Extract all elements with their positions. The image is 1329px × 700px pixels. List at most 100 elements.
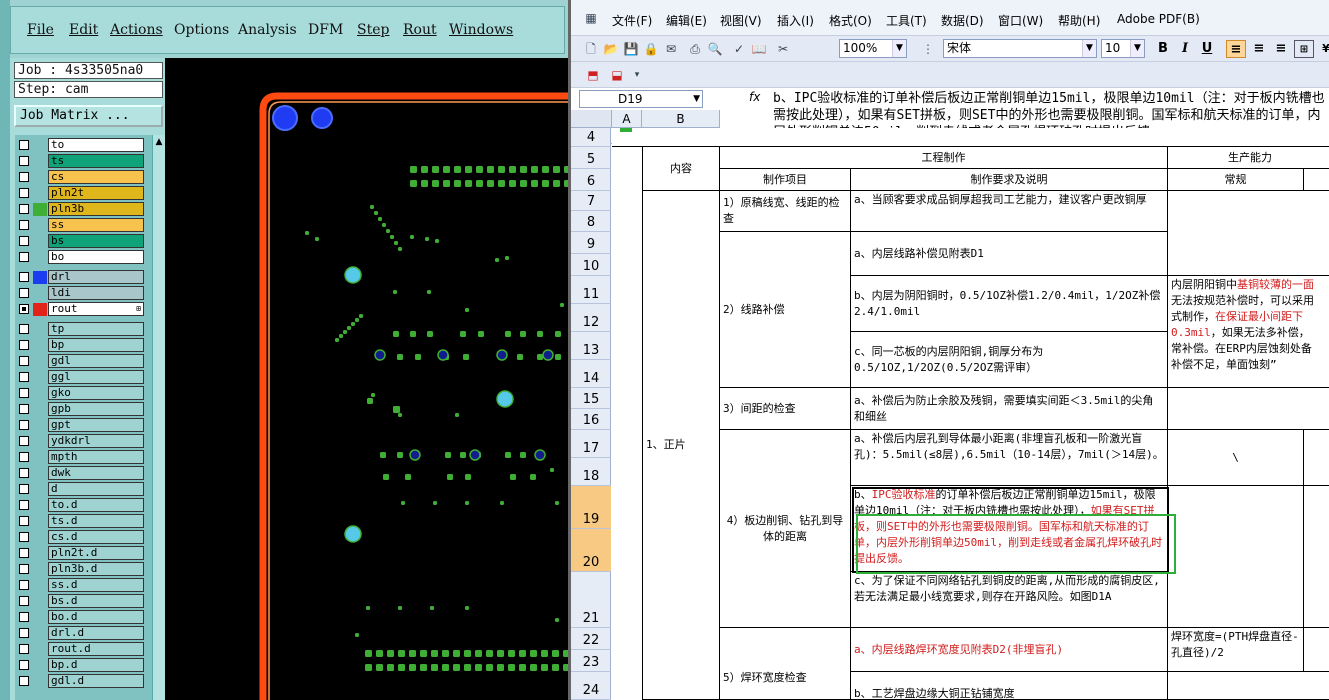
layer-color-swatch[interactable] — [33, 387, 47, 400]
row-header-20[interactable]: 20 — [571, 529, 611, 572]
layer-name[interactable]: ldi — [48, 286, 144, 300]
layer-name[interactable]: bs.d — [48, 594, 144, 608]
layer-name[interactable]: ss.d — [48, 578, 144, 592]
layer-color-swatch[interactable] — [33, 303, 47, 316]
layer-name[interactable]: to — [48, 138, 144, 152]
item-5[interactable]: 5）焊环宽度检查 — [720, 628, 851, 700]
cam-menu-analysis[interactable]: Analysis — [238, 22, 297, 38]
req-r11[interactable]: b、内层为阴阳铜时，0.5/1OZ补偿1.2/0.4mil，1/2OZ补偿2.4… — [851, 276, 1168, 332]
layer-checkbox[interactable] — [19, 596, 29, 606]
layer-checkbox[interactable] — [19, 372, 29, 382]
layer-color-swatch[interactable] — [33, 155, 47, 168]
cap-r11[interactable]: 内层阴阳铜中基铜较薄的一面 无法按规范补偿时，可以采用 式制作，在保证最小间距下… — [1168, 276, 1329, 388]
menu-view[interactable]: 视图(V) — [720, 12, 762, 29]
layer-row-ldi[interactable]: ldi — [15, 286, 145, 300]
italic-button[interactable]: I — [1175, 40, 1195, 58]
pcb-graphics-canvas[interactable] — [165, 58, 568, 700]
layer-checkbox[interactable] — [19, 388, 29, 398]
layer-row-gko[interactable]: gko — [15, 386, 145, 400]
align-left-button[interactable]: ≡ — [1226, 40, 1246, 58]
layer-checkbox[interactable] — [19, 140, 29, 150]
layer-row-gdl-d[interactable]: gdl.d — [15, 674, 145, 688]
layer-color-swatch[interactable] — [33, 579, 47, 592]
layer-row-pln3b[interactable]: pln3b — [15, 202, 145, 216]
layer-checkbox[interactable] — [19, 628, 29, 638]
layer-checkbox[interactable] — [19, 340, 29, 350]
bold-button[interactable]: B — [1153, 40, 1173, 58]
layer-color-swatch[interactable] — [33, 339, 47, 352]
row-header-24[interactable]: 24 — [571, 672, 611, 700]
layer-row-bs[interactable]: bs — [15, 234, 145, 248]
cam-menu-windows[interactable]: Windows — [449, 22, 513, 38]
cap-empty-3[interactable] — [1168, 486, 1304, 628]
layer-row-cs[interactable]: cs — [15, 170, 145, 184]
cap-r22[interactable]: 焊环宽度=(PTH焊盘直径-孔直径)/2 — [1168, 628, 1304, 672]
row-header-8[interactable]: 8 — [571, 211, 611, 232]
toolbar-grip-icon[interactable]: ⋮ — [922, 41, 934, 57]
layer-row-ggl[interactable]: ggl — [15, 370, 145, 384]
cap-empty-1[interactable] — [1168, 191, 1329, 276]
align-center-button[interactable]: ≡ — [1249, 40, 1269, 58]
row-header-13[interactable]: 13 — [571, 332, 611, 360]
layer-row-cs-d[interactable]: cs.d — [15, 530, 145, 544]
layer-row-drl[interactable]: drl — [15, 270, 145, 284]
worksheet-grid[interactable]: 内容 工程制作 生产能力 制作项目 制作要求及说明 常规 1、正片 1）原稿线宽… — [612, 128, 1329, 700]
menu-tools[interactable]: 工具(T) — [886, 12, 927, 29]
row-header-14[interactable]: 14 — [571, 360, 611, 388]
layer-color-swatch[interactable] — [33, 531, 47, 544]
layer-row-bp[interactable]: bp — [15, 338, 145, 352]
row-header-6[interactable]: 6 — [571, 169, 611, 191]
layer-color-swatch[interactable] — [33, 595, 47, 608]
column-header-a[interactable]: A — [612, 110, 642, 128]
layer-color-swatch[interactable] — [33, 467, 47, 480]
header-content[interactable]: 内容 — [642, 147, 720, 191]
underline-button[interactable]: U — [1197, 40, 1217, 58]
layer-row-gpb[interactable]: gpb — [15, 402, 145, 416]
layer-name[interactable]: mpth — [48, 450, 144, 464]
layer-name[interactable]: gko — [48, 386, 144, 400]
layer-checkbox[interactable] — [19, 564, 29, 574]
layer-color-swatch[interactable] — [33, 271, 47, 284]
layer-name[interactable]: cs — [48, 170, 144, 184]
row-header-17[interactable]: 17 — [571, 430, 611, 458]
layer-color-swatch[interactable] — [33, 171, 47, 184]
layer-color-swatch[interactable] — [33, 235, 47, 248]
layer-row-pln2t-d[interactable]: pln2t.d — [15, 546, 145, 560]
layer-color-swatch[interactable] — [33, 287, 47, 300]
layer-color-swatch[interactable] — [33, 419, 47, 432]
cam-menu-edit[interactable]: Edit — [69, 22, 98, 38]
layer-name[interactable]: cs.d — [48, 530, 144, 544]
layer-checkbox[interactable] — [19, 220, 29, 230]
layer-checkbox[interactable] — [19, 676, 29, 686]
save-icon[interactable]: 💾 — [623, 41, 639, 57]
layer-checkbox[interactable] — [19, 272, 29, 282]
menu-format[interactable]: 格式(O) — [829, 12, 872, 29]
req-r15[interactable]: a、补偿后为防止余胶及残铜，需要填实间距＜3.5mil的尖角和细丝 — [851, 388, 1168, 430]
layer-checkbox[interactable] — [19, 420, 29, 430]
layer-checkbox[interactable] — [19, 324, 29, 334]
layer-row-bo-d[interactable]: bo.d — [15, 610, 145, 624]
layer-name[interactable]: dwk — [48, 466, 144, 480]
layer-color-swatch[interactable] — [33, 483, 47, 496]
layer-name[interactable]: ydkdrl — [48, 434, 144, 448]
toolbar-options-icon[interactable]: ▾ — [629, 67, 645, 83]
layer-row-gpt[interactable]: gpt — [15, 418, 145, 432]
cut-icon[interactable]: ✂ — [775, 41, 791, 57]
layer-color-swatch[interactable] — [33, 675, 47, 688]
permission-icon[interactable]: 🔒 — [643, 41, 659, 57]
layer-row-pln3b-d[interactable]: pln3b.d — [15, 562, 145, 576]
layer-row-ts[interactable]: ts — [15, 154, 145, 168]
research-icon[interactable]: 📖 — [751, 41, 767, 57]
layer-name[interactable]: gpb — [48, 402, 144, 416]
layer-name[interactable]: rout.d — [48, 642, 144, 656]
layer-color-swatch[interactable] — [33, 627, 47, 640]
layer-name[interactable]: ggl — [48, 370, 144, 384]
header-item[interactable]: 制作项目 — [720, 169, 851, 191]
layer-name[interactable]: bp — [48, 338, 144, 352]
category-positive[interactable]: 1、正片 — [642, 191, 720, 700]
req-r24[interactable]: b、工艺焊盘边缘大铜正钻铺宽度 — [851, 672, 1168, 700]
print-preview-icon[interactable]: 🔍 — [707, 41, 723, 57]
layer-checkbox[interactable] — [19, 288, 29, 298]
select-all-corner[interactable] — [571, 110, 612, 128]
layer-row-gdl[interactable]: gdl — [15, 354, 145, 368]
